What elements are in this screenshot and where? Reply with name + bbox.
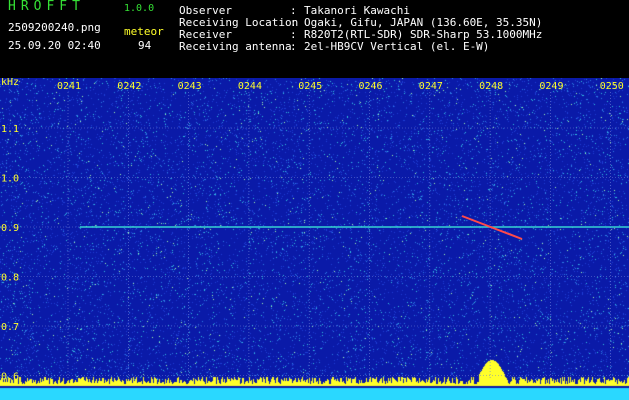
time-tick-label: 0243 [178, 81, 202, 92]
y-tick-label: 0.9 [1, 223, 19, 234]
y-tick-label: 0.6 [1, 372, 19, 383]
info-sep: : [290, 40, 297, 53]
time-tick-label: 0249 [539, 81, 563, 92]
event-label: meteor [124, 25, 164, 38]
file-name: 2509200240.png [8, 21, 101, 34]
y-tick-label: 1.0 [1, 174, 19, 185]
spectrogram-overlay: kHz 1.1 1.0 0.9 0.8 0.7 0.6 0241 0242 0243 0244 0… [0, 78, 629, 383]
app-version: 1.0.0 [124, 3, 155, 14]
time-tick-label: 0246 [359, 81, 383, 92]
unit-label: kHz [1, 78, 19, 88]
header-panel: HROFFT 1.0.0 2509200240.png meteor 25.09… [0, 0, 629, 78]
time-tick-label: 0241 [57, 81, 81, 92]
y-tick-label: 1.1 [1, 124, 19, 135]
y-tick-label: 0.8 [1, 273, 19, 284]
time-tick-label: 0242 [117, 81, 141, 92]
info-label-antenna: Receiving antenna [179, 40, 292, 53]
app-logo: HROFFT [8, 0, 85, 14]
time-tick-label: 0250 [600, 81, 624, 92]
info-value-antenna: 2el-HB9CV Vertical (el. E-W) [304, 40, 490, 53]
time-tick-label: 0248 [479, 81, 503, 92]
time-tick-label: 0244 [238, 81, 262, 92]
timestamp: 25.09.20 02:40 [8, 39, 101, 52]
y-tick-label: 0.7 [1, 322, 19, 333]
time-tick-label: 0245 [298, 81, 322, 92]
time-tick-label: 0247 [419, 81, 443, 92]
spectrogram-panel: kHz 1.1 1.0 0.9 0.8 0.7 0.6 0241 0242 0243 0244 0… [0, 78, 629, 400]
event-count: 94 [138, 39, 152, 52]
